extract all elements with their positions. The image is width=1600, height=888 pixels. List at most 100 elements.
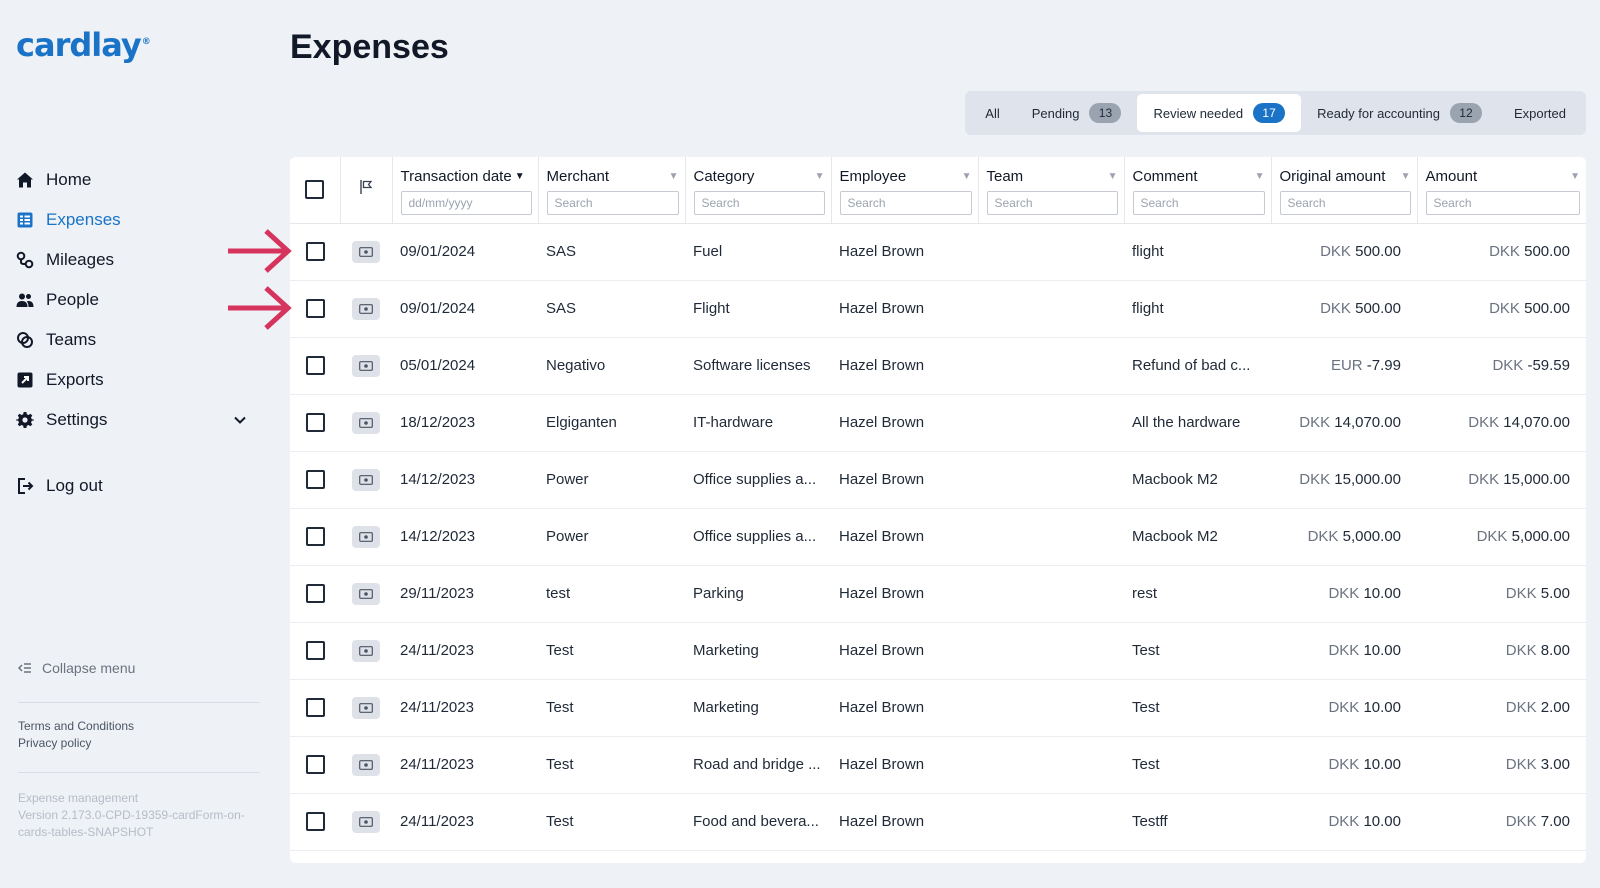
- logout-label: Log out: [46, 476, 103, 495]
- employee-cell: Hazel Brown: [831, 337, 978, 395]
- tab-pending[interactable]: Pending 13: [1016, 94, 1138, 132]
- row-checkbox[interactable]: [305, 812, 325, 831]
- column-label[interactable]: Original amount: [1280, 168, 1386, 185]
- column-label[interactable]: Employee: [840, 168, 907, 185]
- row-checkbox[interactable]: [305, 584, 325, 603]
- collapse-menu-button[interactable]: Collapse menu: [17, 660, 135, 676]
- tab-ready-for-accounting[interactable]: Ready for accounting 12: [1301, 94, 1498, 132]
- expenses-icon: [16, 211, 34, 229]
- row-checkbox[interactable]: [305, 356, 325, 375]
- filter-dropdown-icon[interactable]: ▼: [815, 171, 825, 182]
- tab-exported[interactable]: Exported: [1498, 94, 1582, 132]
- table-row[interactable]: 24/11/2023 Test Food and bevera... Hazel Br…: [290, 793, 1586, 851]
- table-row[interactable]: 24/11/2023 Test Road and bridge ... Hazel B…: [290, 736, 1586, 794]
- category-filter-input[interactable]: [693, 191, 825, 215]
- row-checkbox[interactable]: [305, 242, 325, 261]
- sort-desc-icon[interactable]: ▼: [515, 171, 525, 182]
- receipt-icon[interactable]: [352, 297, 380, 320]
- column-team: Team ▼: [978, 157, 1125, 224]
- filter-dropdown-icon[interactable]: ▼: [1108, 171, 1118, 182]
- terms-link[interactable]: Terms and Conditions: [18, 718, 134, 735]
- filter-dropdown-icon[interactable]: ▼: [669, 171, 679, 182]
- row-checkbox[interactable]: [305, 755, 325, 774]
- sidebar-item-exports[interactable]: Exports: [16, 360, 248, 400]
- row-select-cell: [290, 736, 340, 794]
- category-cell: Marketing: [685, 622, 831, 680]
- sidebar-item-settings[interactable]: Settings: [16, 400, 248, 440]
- row-checkbox[interactable]: [305, 527, 325, 546]
- table-row[interactable]: 05/01/2024 Negativo Software licenses Hazel…: [290, 337, 1586, 395]
- amount-cell: DKK 5,000.00: [1417, 508, 1586, 566]
- logout-button[interactable]: Log out: [16, 476, 103, 496]
- receipt-cell: [340, 451, 392, 509]
- row-checkbox[interactable]: [305, 299, 325, 318]
- amount-value: 500.00: [1524, 243, 1570, 260]
- column-label[interactable]: Comment: [1133, 168, 1198, 185]
- sidebar-item-label: Expenses: [46, 210, 121, 229]
- table-row[interactable]: 18/12/2023 Elgiganten IT-hardware Hazel Bro…: [290, 394, 1586, 452]
- currency-code: DKK: [1320, 300, 1351, 317]
- sidebar-item-home[interactable]: Home: [16, 160, 248, 200]
- table-row[interactable]: 24/11/2023 Test Marketing Hazel Brown Test DK…: [290, 622, 1586, 680]
- column-label[interactable]: Merchant: [547, 168, 610, 185]
- comment-filter-input[interactable]: [1132, 191, 1265, 215]
- original-amount-cell: DKK 500.00: [1271, 280, 1417, 338]
- amount-value: 8.00: [1540, 642, 1570, 659]
- table-row[interactable]: 29/11/2023 test Parking Hazel Brown rest DKK …: [290, 565, 1586, 623]
- column-label[interactable]: Category: [694, 168, 755, 185]
- amount-cell: DKK 3.00: [1417, 736, 1586, 794]
- receipt-icon[interactable]: [352, 525, 380, 548]
- receipt-icon[interactable]: [352, 753, 380, 776]
- sidebar-item-expenses[interactable]: Expenses: [16, 200, 248, 240]
- privacy-link[interactable]: Privacy policy: [18, 735, 134, 752]
- column-label[interactable]: Team: [987, 168, 1024, 185]
- receipt-icon[interactable]: [352, 582, 380, 605]
- receipt-icon[interactable]: [352, 810, 380, 833]
- select-all-checkbox[interactable]: [305, 180, 325, 200]
- sidebar-item-teams[interactable]: Teams: [16, 320, 248, 360]
- receipt-icon[interactable]: [352, 411, 380, 434]
- filter-dropdown-icon[interactable]: ▼: [962, 171, 972, 182]
- filter-dropdown-icon[interactable]: ▼: [1570, 171, 1580, 182]
- employee-filter-input[interactable]: [839, 191, 972, 215]
- receipt-icon[interactable]: [352, 468, 380, 491]
- column-label[interactable]: Amount: [1426, 168, 1478, 185]
- sidebar-item-mileages[interactable]: Mileages: [16, 240, 248, 280]
- flag-column-header[interactable]: [340, 157, 393, 224]
- employee-cell: Hazel Brown: [831, 622, 978, 680]
- cardlay-logo[interactable]: cardlay®: [16, 26, 151, 64]
- filter-dropdown-icon[interactable]: ▼: [1255, 171, 1265, 182]
- sidebar-item-label: Mileages: [46, 250, 115, 269]
- receipt-icon[interactable]: [352, 354, 380, 377]
- row-checkbox[interactable]: [305, 470, 325, 489]
- date-cell: 05/01/2024: [392, 337, 538, 395]
- original-amount-filter-input[interactable]: [1279, 191, 1411, 215]
- table-row[interactable]: 14/12/2023 Power Office supplies a... Hazel…: [290, 508, 1586, 566]
- merchant-filter-input[interactable]: [546, 191, 679, 215]
- table-row[interactable]: 24/11/2023 Test Marketing Hazel Brown Test DK…: [290, 679, 1586, 737]
- row-checkbox[interactable]: [305, 413, 325, 432]
- receipt-icon[interactable]: [352, 240, 380, 263]
- row-checkbox[interactable]: [305, 698, 325, 717]
- table-row[interactable]: 09/01/2024 SAS Fuel Hazel Brown flight DKK 50…: [290, 223, 1586, 281]
- table-row[interactable]: 14/12/2023 Power Office supplies a... Hazel…: [290, 451, 1586, 509]
- team-filter-input[interactable]: [986, 191, 1118, 215]
- amount-value: 500.00: [1355, 243, 1401, 260]
- column-label[interactable]: Transaction date: [401, 168, 512, 185]
- team-cell: [978, 736, 1124, 794]
- receipt-icon[interactable]: [352, 696, 380, 719]
- amount-cell: DKK -59.59: [1417, 337, 1586, 395]
- date-filter-input[interactable]: [400, 191, 532, 215]
- table-row[interactable]: 09/01/2024 SAS Flight Hazel Brown flight DKK …: [290, 280, 1586, 338]
- row-checkbox[interactable]: [305, 641, 325, 660]
- tab-all[interactable]: All: [969, 94, 1015, 132]
- filter-dropdown-icon[interactable]: ▼: [1401, 171, 1411, 182]
- receipt-cell: [340, 508, 392, 566]
- sidebar-item-people[interactable]: People: [16, 280, 248, 320]
- amount-filter-input[interactable]: [1425, 191, 1580, 215]
- chevron-down-icon[interactable]: [232, 412, 248, 428]
- red-arrow-icon: [226, 285, 292, 331]
- tab-review-needed[interactable]: Review needed 17: [1137, 94, 1302, 132]
- version-title: Expense management: [18, 791, 139, 805]
- receipt-icon[interactable]: [352, 639, 380, 662]
